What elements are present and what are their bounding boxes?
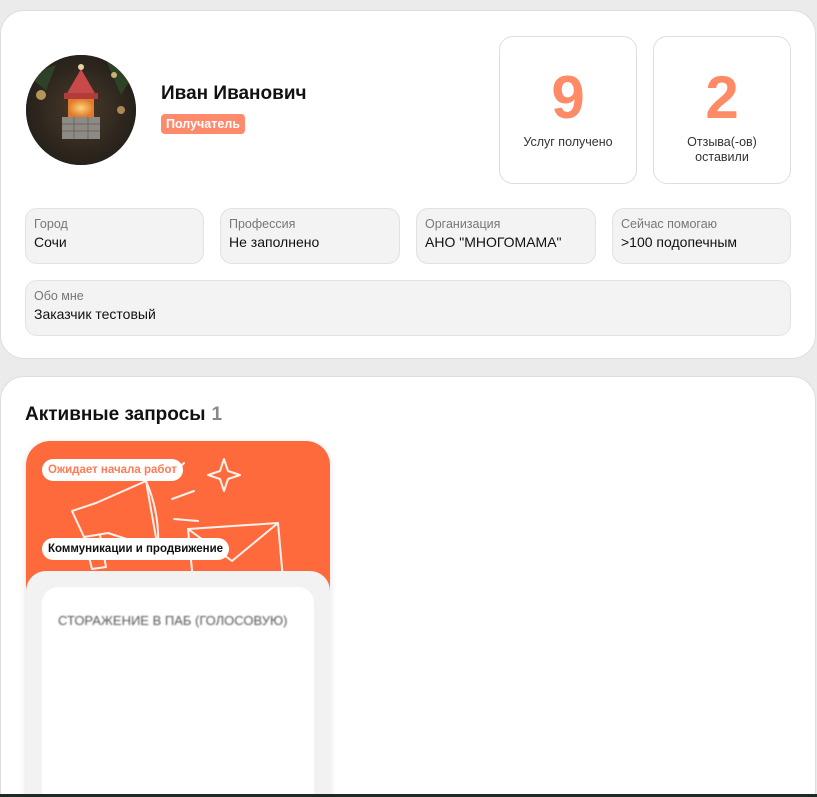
info-helping-now: Сейчас помогаю >100 подопечным bbox=[612, 208, 791, 264]
stat-value: 9 bbox=[551, 64, 585, 131]
stat-reviews-left: 2 Отзыва(-ов) оставили bbox=[653, 36, 791, 184]
info-value: АНО "МНОГОМАМА" bbox=[425, 234, 562, 250]
request-card-header: Ожидает начала работ Коммуникации и прод… bbox=[26, 441, 330, 591]
request-text: СТОРАЖЕНИЕ В ПАБ (ГОЛОСОВУЮ) bbox=[58, 613, 288, 628]
category-badge: Коммуникации и продвижение bbox=[42, 538, 230, 560]
info-organization: Организация АНО "МНОГОМАМА" bbox=[416, 208, 596, 264]
info-about: Обо мне Заказчик тестовый bbox=[25, 280, 791, 336]
info-city: Город Сочи bbox=[25, 208, 204, 264]
status-badge: Ожидает начала работ bbox=[42, 459, 183, 481]
section-count: 1 bbox=[211, 404, 223, 425]
info-profession: Профессия Не заполнено bbox=[220, 208, 400, 264]
section-title: Активные запросы 1 bbox=[25, 404, 222, 426]
request-card-content: СТОРАЖЕНИЕ В ПАБ (ГОЛОСОВУЮ) bbox=[42, 587, 314, 797]
role-badge: Получатель bbox=[161, 114, 245, 134]
info-value: Заказчик тестовый bbox=[34, 306, 156, 322]
info-label: Обо мне bbox=[34, 289, 84, 303]
info-value: Сочи bbox=[34, 234, 67, 250]
section-title-text: Активные запросы bbox=[25, 404, 206, 425]
profile-card: Иван Иванович Получатель 9 Услуг получен… bbox=[0, 10, 816, 359]
info-value: >100 подопечным bbox=[621, 234, 738, 250]
stat-services-received: 9 Услуг получено bbox=[499, 36, 637, 184]
avatar[interactable] bbox=[26, 55, 136, 165]
stat-label: Услуг получено bbox=[523, 135, 613, 149]
info-label: Город bbox=[34, 217, 68, 231]
info-label: Сейчас помогаю bbox=[621, 217, 718, 231]
request-card-body: СТОРАЖЕНИЕ В ПАБ (ГОЛОСОВУЮ) bbox=[26, 571, 330, 797]
info-label: Профессия bbox=[229, 217, 296, 231]
request-card[interactable]: Ожидает начала работ Коммуникации и прод… bbox=[26, 441, 330, 797]
info-value: Не заполнено bbox=[229, 234, 320, 250]
stat-label: Отзыва(-ов) оставили bbox=[687, 135, 757, 164]
info-label: Организация bbox=[425, 217, 501, 231]
stat-value: 2 bbox=[705, 64, 739, 131]
avatar-image bbox=[26, 55, 136, 165]
user-name: Иван Иванович bbox=[161, 83, 307, 104]
active-requests-card: Активные запросы1 Ожидает начала работ bbox=[0, 376, 816, 797]
